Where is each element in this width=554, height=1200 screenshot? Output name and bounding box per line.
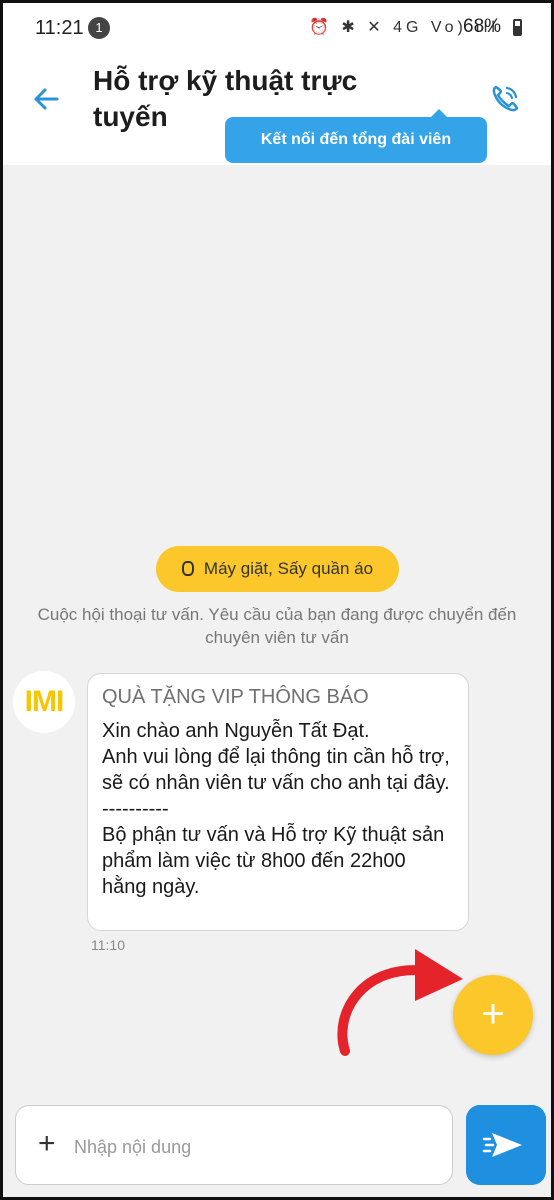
app-header: Hỗ trợ kỹ thuật trực tuyến Kết nối đến t… <box>3 55 551 165</box>
message-input[interactable] <box>72 1124 436 1170</box>
notification-count-badge: 1 <box>88 17 110 39</box>
message-timestamp: 11:10 <box>91 937 125 953</box>
status-time: 11:21 <box>35 17 84 39</box>
phone-screen: 11:21 1 ⏰ ✱ ✕ 4G Vo) ıll 68% Hỗ trợ kỹ t… <box>0 0 554 1200</box>
message-composer: + <box>15 1105 453 1185</box>
connect-operator-tooltip[interactable]: Kết nối đến tổng đài viên <box>225 109 487 163</box>
category-label: Máy giặt, Sấy quần áo <box>203 559 374 578</box>
agent-avatar: IMI <box>13 671 75 733</box>
message-bubble: QUÀ TẶNG VIP THÔNG BÁO Xin chào anh Nguy… <box>87 673 469 931</box>
message-title: QUÀ TẶNG VIP THÔNG BÁO <box>102 686 369 708</box>
phone-call-icon[interactable] <box>487 81 523 117</box>
message-body: Xin chào anh Nguyễn Tất Đạt. Anh vui lòn… <box>102 720 450 898</box>
back-arrow-icon[interactable] <box>27 79 67 119</box>
add-fab-button[interactable]: + <box>453 975 533 1055</box>
battery-icon <box>513 19 522 36</box>
battery-percent: 68% <box>463 16 502 37</box>
avatar-logo-text: IMI <box>24 685 65 718</box>
system-message: Cuộc hội thoại tư vấn. Yêu cầu của bạn đ… <box>37 605 517 647</box>
category-chip: Máy giặt, Sấy quần áo <box>156 546 399 592</box>
send-button[interactable] <box>466 1105 546 1185</box>
washing-machine-icon <box>181 561 194 576</box>
attach-plus-icon[interactable]: + <box>38 1124 56 1164</box>
red-curved-arrow-annotation <box>337 949 463 1056</box>
status-bar: 11:21 1 ⏰ ✱ ✕ 4G Vo) ıll 68% <box>3 3 551 55</box>
